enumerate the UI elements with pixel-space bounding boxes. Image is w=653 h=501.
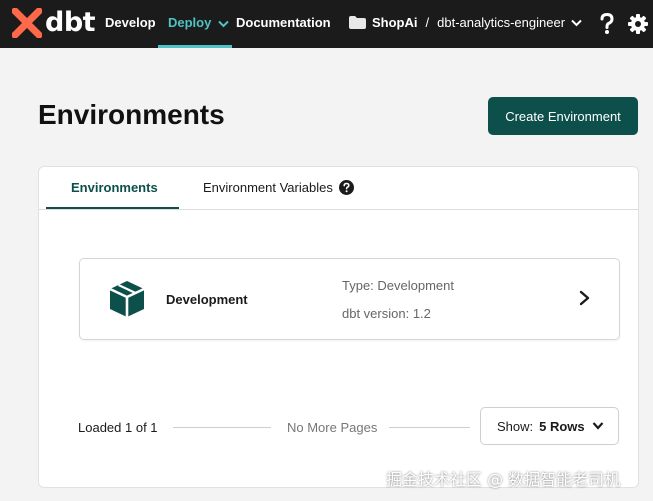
tab-environment-variables[interactable]: Environment Variables xyxy=(203,180,354,195)
tab-active-indicator xyxy=(46,207,179,209)
folder-icon xyxy=(349,16,366,29)
pagination-status: No More Pages xyxy=(287,420,378,435)
question-circle-icon[interactable] xyxy=(338,180,354,195)
dbt-logo-icon xyxy=(12,8,42,38)
tab-bar: Environments Environment Variables xyxy=(39,167,639,210)
page-title: Environments xyxy=(38,99,225,130)
chevron-right-icon[interactable] xyxy=(578,290,592,306)
chevron-down-icon xyxy=(218,20,229,27)
environment-name: Development xyxy=(166,292,248,307)
watermark: 掘金技术社区 @ 数据智能老司机 xyxy=(386,470,621,489)
nav-develop[interactable]: Develop xyxy=(105,15,156,30)
environment-row[interactable]: Development Type: Development dbt versio… xyxy=(79,258,620,340)
nav-deploy[interactable]: Deploy xyxy=(168,15,229,30)
breadcrumb-separator: / xyxy=(425,15,430,30)
pagination: Loaded 1 of 1 No More Pages Show: 5 Rows xyxy=(39,407,639,447)
divider xyxy=(173,427,271,428)
environments-card: Environments Environment Variables Devel… xyxy=(38,166,639,488)
tab-label: Environment Variables xyxy=(203,180,333,195)
show-label: Show: xyxy=(497,418,534,434)
loaded-count: Loaded 1 of 1 xyxy=(78,420,158,435)
rows-per-page-select[interactable]: Show: 5 Rows xyxy=(480,407,619,445)
nav-documentation[interactable]: Documentation xyxy=(236,15,331,30)
rows-value: 5 Rows xyxy=(539,418,585,434)
chevron-down-icon xyxy=(592,422,603,430)
create-environment-button[interactable]: Create Environment xyxy=(488,97,638,135)
environment-type: Type: Development xyxy=(342,278,455,293)
environment-dbt-version: dbt version: 1.2 xyxy=(342,306,431,321)
cube-icon xyxy=(109,281,145,317)
chevron-down-icon xyxy=(571,19,582,26)
top-nav-bar: dbt Develop Deploy Documentation ShopAi … xyxy=(0,0,653,48)
help-icon[interactable] xyxy=(599,13,615,35)
divider xyxy=(389,427,470,428)
nav-active-indicator xyxy=(158,45,232,48)
dbt-logo[interactable]: dbt xyxy=(12,7,96,38)
logo-text: dbt xyxy=(45,7,96,38)
gear-icon[interactable] xyxy=(628,14,648,34)
tab-environments[interactable]: Environments xyxy=(71,180,158,195)
nav-deploy-label: Deploy xyxy=(168,15,212,30)
project-name: dbt-analytics-engineer xyxy=(437,15,566,30)
account-name: ShopAi xyxy=(372,15,418,30)
project-selector[interactable]: ShopAi / dbt-analytics-engineer xyxy=(349,15,582,30)
